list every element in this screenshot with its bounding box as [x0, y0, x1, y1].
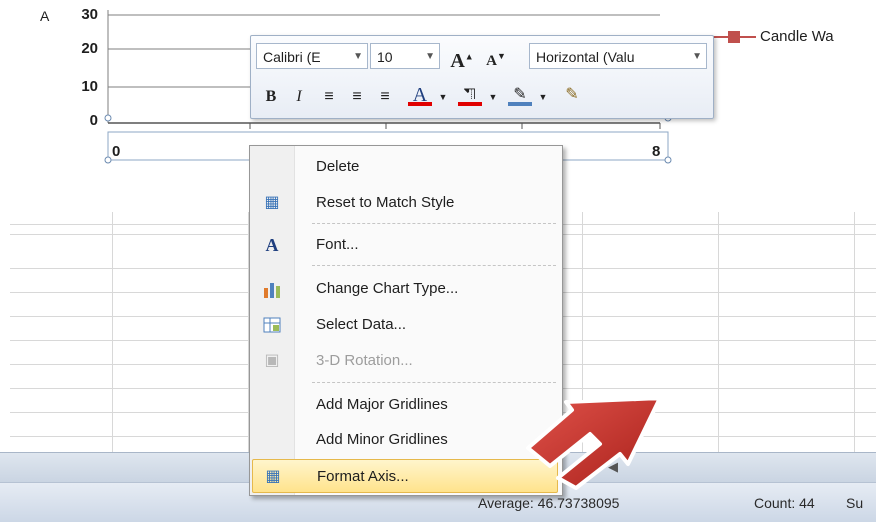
format-axis-icon: ▦ [265, 468, 281, 485]
line-color-button[interactable]: ✎ [505, 82, 535, 108]
status-sum: Su [846, 495, 864, 511]
status-count: Count: 44 [754, 495, 815, 511]
font-name-combo[interactable]: Calibri (E ▼ [256, 43, 368, 69]
status-average: Average: 46.73738095 [478, 495, 620, 511]
align-left-button[interactable]: ≡ [317, 84, 341, 110]
axis-select-value: Horizontal (Valu [536, 49, 635, 65]
axis-select-combo[interactable]: Horizontal (Valu ▼ [529, 43, 707, 69]
font-color-button[interactable]: A [405, 82, 435, 108]
menu-item-label: Delete [316, 158, 360, 175]
menu-item-label: Reset to Match Style [316, 194, 455, 211]
grow-font-button[interactable]: A▲ [447, 43, 477, 72]
menu-item-label: Add Minor Gridlines [316, 431, 448, 448]
legend-marker-icon [712, 30, 756, 43]
italic-button[interactable]: I [287, 84, 311, 110]
align-right-button[interactable]: ≡ [373, 84, 397, 110]
menu-item-3d-rotation: ▣ 3-D Rotation... [252, 344, 558, 378]
y-tick-label: 20 [81, 40, 98, 57]
format-painter-icon: ✎ [565, 86, 579, 103]
menu-item-delete[interactable]: Delete [252, 150, 558, 184]
font-size-value: 10 [377, 49, 393, 65]
grow-font-icon: A▲ [450, 49, 474, 72]
menu-item-label: Add Major Gridlines [316, 396, 448, 413]
dropdown-arrow-icon: ▼ [692, 51, 702, 62]
menu-item-change-chart-type[interactable]: Change Chart Type... [252, 272, 558, 306]
chart-type-icon [262, 279, 282, 299]
legend-label: Candle Wa [760, 28, 834, 45]
x-tick-label: 0 [112, 143, 121, 160]
align-center-button[interactable]: ≡ [345, 84, 369, 110]
line-color-dropdown[interactable]: ▼ [537, 84, 549, 110]
fill-color-dropdown[interactable]: ▼ [487, 84, 499, 110]
align-right-icon: ≡ [380, 88, 390, 105]
x-tick-label: 8 [652, 143, 661, 160]
axis-title: A [40, 8, 50, 24]
align-left-icon: ≡ [324, 88, 334, 105]
menu-item-reset-to-match-style[interactable]: ▦ Reset to Match Style [252, 186, 558, 220]
rotation-3d-icon: ▣ [264, 352, 280, 369]
align-center-icon: ≡ [352, 88, 362, 105]
mini-toolbar: Calibri (E ▼ 10 ▼ A▲ A▼ Horizontal (Valu… [250, 35, 714, 119]
annotation-arrow-icon [526, 400, 662, 490]
font-color-swatch [408, 102, 432, 106]
fill-color-swatch [458, 102, 482, 106]
dropdown-arrow-icon: ▼ [425, 51, 435, 62]
reset-style-icon: ▦ [264, 194, 280, 211]
shrink-font-icon: A▼ [486, 51, 506, 69]
paint-bucket-icon: ⛠ [463, 86, 477, 103]
y-tick-label: 10 [81, 78, 98, 95]
menu-item-label: Select Data... [316, 316, 407, 333]
shrink-font-button[interactable]: A▼ [481, 43, 511, 69]
menu-item-label: Format Axis... [317, 468, 409, 485]
select-data-icon [262, 315, 282, 335]
line-color-icon: ✎ [513, 86, 527, 103]
menu-item-label: Change Chart Type... [316, 280, 459, 297]
line-color-swatch [508, 102, 532, 106]
font-color-dropdown[interactable]: ▼ [437, 84, 449, 110]
y-tick-label: 0 [89, 112, 98, 129]
bold-button[interactable]: B [259, 84, 283, 110]
menu-item-label: Font... [316, 236, 359, 253]
chart-legend[interactable]: Candle Wa [712, 28, 834, 45]
menu-item-label: 3-D Rotation... [316, 352, 413, 369]
font-name-value: Calibri (E [263, 49, 321, 65]
fill-color-button[interactable]: ⛠ [455, 82, 485, 108]
font-size-combo[interactable]: 10 ▼ [370, 43, 440, 69]
format-painter-button[interactable]: ✎ [557, 82, 587, 108]
menu-item-font[interactable]: A Font... [252, 228, 558, 262]
font-icon: A [265, 235, 279, 255]
dropdown-arrow-icon: ▼ [353, 51, 363, 62]
menu-item-select-data[interactable]: Select Data... [252, 308, 558, 342]
y-tick-label: 30 [81, 6, 98, 23]
